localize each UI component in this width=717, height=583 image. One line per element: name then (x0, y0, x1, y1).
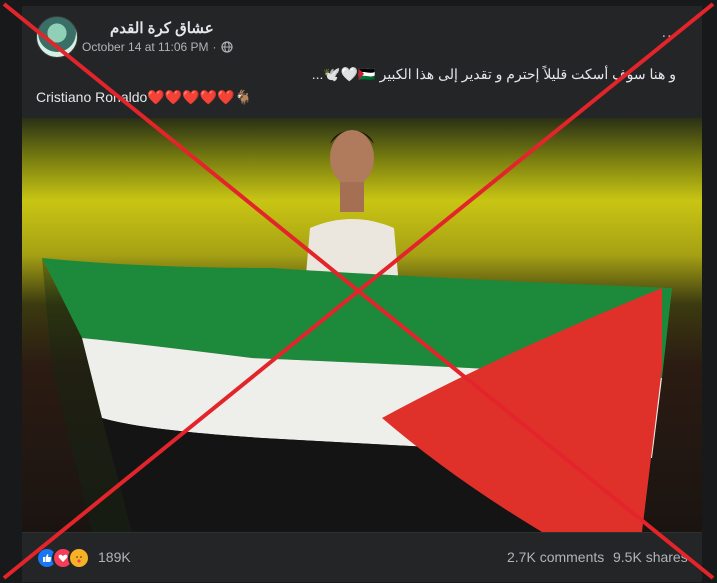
post-photo[interactable] (22, 118, 702, 532)
reaction-icons[interactable] (36, 547, 90, 569)
globe-icon (220, 41, 233, 53)
comments-count[interactable]: 2.7K comments (507, 549, 604, 565)
palestine-flag (42, 258, 672, 532)
shares-count[interactable]: 9.5K shares (613, 549, 688, 565)
more-options-button[interactable]: ... (662, 24, 678, 42)
facebook-post-card: عشاق كرة القدم October 14 at 11:06 PM · … (22, 6, 702, 582)
post-text-english: Cristiano Ronaldo❤️❤️❤️❤️❤️🐐 (36, 89, 252, 105)
page-avatar[interactable] (36, 16, 78, 58)
post-timestamp[interactable]: October 14 at 11:06 PM (82, 40, 209, 54)
meta-separator: · (212, 40, 217, 54)
post-header: عشاق كرة القدم October 14 at 11:06 PM · … (22, 6, 702, 66)
page-name[interactable]: عشاق كرة القدم (110, 19, 214, 37)
engagement-bar: 189K 2.7K comments 9.5K shares (22, 532, 702, 583)
care-reaction-icon (68, 547, 90, 569)
post-meta: October 14 at 11:06 PM · (82, 40, 233, 54)
post-text-arabic: و هنا سوف أسكت قليلاً إحترم و تقدير إلى … (311, 66, 676, 82)
reactions-count[interactable]: 189K (98, 549, 131, 565)
